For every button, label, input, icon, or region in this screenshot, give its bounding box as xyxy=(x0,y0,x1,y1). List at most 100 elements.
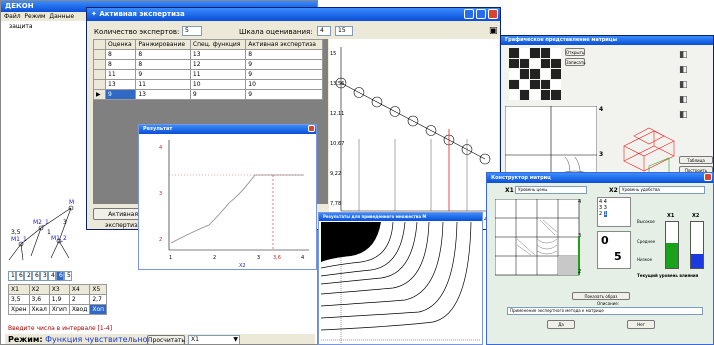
x-value-cell[interactable]: 1,9 xyxy=(48,294,70,305)
table-cell[interactable]: 9 xyxy=(245,59,323,70)
table-cell[interactable]: 12 xyxy=(189,59,247,70)
close-button[interactable] xyxy=(308,125,315,132)
main-sub-label: защита xyxy=(9,23,33,30)
table-row-selected[interactable]: ▶ 9 13 9 9 xyxy=(93,89,323,100)
save-matrix-button[interactable]: Записать xyxy=(565,58,586,66)
hint-text: Введите числа в интервале [1-4] xyxy=(8,325,113,332)
expert-count-input[interactable]: 5 xyxy=(182,26,202,36)
description-label: Описание: xyxy=(597,301,620,306)
x-header-cell: X4 xyxy=(68,284,91,295)
menu-mode[interactable]: Режим xyxy=(24,13,45,20)
col-header: Активная экспертиза xyxy=(245,39,323,50)
x-values-table: X1 X2 X3 X4 X5 3,5 3,6 1,9 2 2,7 Хрен Хк… xyxy=(8,284,108,315)
graphics-axis-4: 4 xyxy=(599,106,604,113)
table-cell[interactable]: 9 xyxy=(245,89,323,100)
contour-title: Результаты для приведенного множества M xyxy=(323,214,427,219)
ok-button[interactable]: Да xyxy=(547,320,575,329)
show-image-button[interactable]: Показать образ xyxy=(572,292,630,300)
bar-x1-track xyxy=(665,221,679,269)
row-num-7[interactable]: 6 xyxy=(56,271,64,281)
contour-title-bar: Результаты для приведенного множества M xyxy=(319,213,482,221)
scale-label: Шкала оценивания: xyxy=(239,28,313,36)
x-header-cell: X5 xyxy=(89,284,108,295)
table-cell[interactable]: 8 xyxy=(245,49,323,60)
matrix-num-4: 4 xyxy=(578,199,582,205)
main-title: ДЕКОН xyxy=(5,2,34,10)
table-cell[interactable]: 13 xyxy=(104,79,137,90)
table-cell[interactable]: 9 xyxy=(104,89,137,100)
y-tick-label: 3 xyxy=(159,191,162,197)
table-row[interactable]: 13 11 10 10 xyxy=(93,79,323,90)
close-button[interactable] xyxy=(488,9,498,19)
disk-icon[interactable]: ▣ xyxy=(489,26,498,36)
table-cell[interactable]: 10 xyxy=(245,79,323,90)
row-num-2[interactable]: 6 xyxy=(16,271,24,281)
x-header-cell: X1 xyxy=(8,284,30,295)
x-value-cell[interactable]: 3,6 xyxy=(28,294,50,305)
table-row[interactable]: 8 8 13 8 xyxy=(93,49,323,60)
x-label-cell[interactable]: Хоп xyxy=(89,304,108,315)
menu-data[interactable]: Данные xyxy=(49,13,74,20)
contour-window: Результаты для приведенного множества M xyxy=(318,212,483,345)
table-cell[interactable]: 8 xyxy=(135,49,191,60)
maximize-button[interactable] xyxy=(476,9,486,19)
row-num-3[interactable]: 2 xyxy=(24,271,32,281)
table-button[interactable]: Таблица xyxy=(679,156,713,164)
table-cell[interactable]: 10 xyxy=(189,79,247,90)
table-cell[interactable]: 13 xyxy=(189,49,247,60)
expertise-table: Оценка Ранжирование Спец. функция Активн… xyxy=(93,39,323,100)
result-title: Результат xyxy=(143,126,173,132)
table-cell[interactable]: 8 xyxy=(135,59,191,70)
x2-field[interactable]: Уровень удобства xyxy=(619,186,705,194)
x1-field[interactable]: Уровень цены xyxy=(515,186,587,194)
table-row[interactable]: 8 8 12 9 xyxy=(93,59,323,70)
table-row[interactable]: 11 9 11 9 xyxy=(93,69,323,80)
x-label-row: Хрен Хкал Хгип Хвод Хоп xyxy=(8,304,108,315)
row-num-6[interactable]: 4 xyxy=(48,271,56,281)
table-cell[interactable]: 8 xyxy=(104,49,137,60)
table-cell[interactable]: 8 xyxy=(104,59,137,70)
x-label-cell: Хгип xyxy=(48,304,70,315)
row-num-1[interactable]: 1 xyxy=(8,271,16,281)
graphics-axis-3: 3 xyxy=(599,151,604,158)
dice-icon[interactable]: ◧ xyxy=(679,78,695,93)
dice-icon[interactable]: ◧ xyxy=(679,108,695,123)
table-cell[interactable]: 9 xyxy=(189,89,247,100)
table-cell[interactable]: 9 xyxy=(245,69,323,80)
variable-select[interactable]: X1 ▼ xyxy=(188,335,240,344)
x-tick-label: 2 xyxy=(213,255,216,261)
open-button[interactable]: Открыть xyxy=(565,48,585,56)
description-field[interactable]: Применение экспертного метода к матрице xyxy=(507,307,703,315)
row-num-4[interactable]: 6 xyxy=(32,271,40,281)
scale-to-input[interactable]: 15 xyxy=(335,26,353,36)
x-value-cell[interactable]: 2,7 xyxy=(89,294,108,305)
table-cell[interactable]: 11 xyxy=(189,69,247,80)
calc-button[interactable]: Просчитать xyxy=(147,335,185,344)
big-num-panel: 0 5 xyxy=(597,231,631,269)
graphics-title-bar: Графическое представление матрицы xyxy=(501,36,713,45)
graphics-title: Графическое представление матрицы xyxy=(505,37,618,43)
level-mid-label: Среднее xyxy=(637,239,656,244)
x-value-cell[interactable]: 3,5 xyxy=(8,294,30,305)
x-header-cell: X2 xyxy=(28,284,50,295)
row-num-5[interactable]: 3 xyxy=(40,271,48,281)
row-num-8[interactable]: 5 xyxy=(64,271,72,281)
table-cell[interactable]: 9 xyxy=(135,69,191,80)
menu-file[interactable]: Файл xyxy=(4,13,21,20)
table-cell[interactable]: 13 xyxy=(135,89,191,100)
scale-from-input[interactable]: 4 xyxy=(317,26,331,36)
x-value-cell[interactable]: 2 xyxy=(68,294,91,305)
level-text: Текущий уровень влияния xyxy=(637,273,699,278)
x-tick-label: 4 xyxy=(301,255,304,261)
dice-icon[interactable]: ◧ xyxy=(679,63,695,78)
minimize-button[interactable] xyxy=(464,9,474,19)
no-button[interactable]: Нет xyxy=(627,320,655,329)
dice-icon[interactable]: ◧ xyxy=(679,93,695,108)
y-tick-label: 9,22 xyxy=(330,171,341,177)
table-cell[interactable]: 11 xyxy=(104,69,137,80)
table-cell[interactable]: 11 xyxy=(135,79,191,90)
bar-x2-track xyxy=(690,221,704,269)
close-button[interactable] xyxy=(704,173,712,181)
dice-icon[interactable]: ◧ xyxy=(679,48,695,63)
x-label-cell: Хкал xyxy=(28,304,50,315)
